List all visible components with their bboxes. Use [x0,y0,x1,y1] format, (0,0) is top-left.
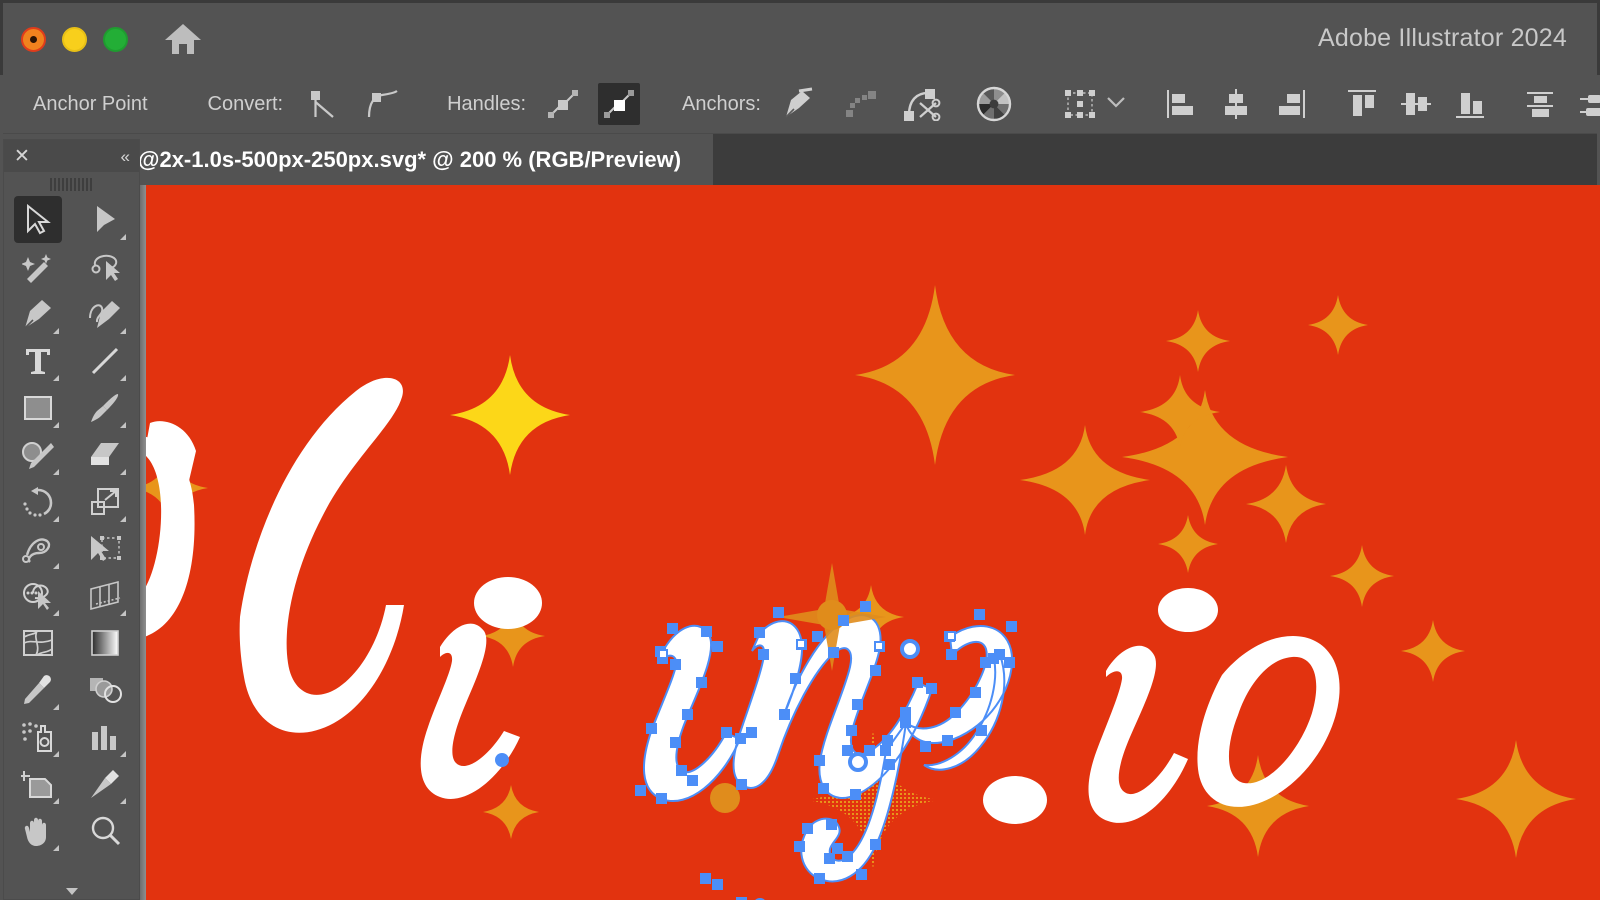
tool-more-icon [52,375,59,381]
artboard[interactable] [140,185,1600,900]
tool-more-icon [120,516,127,522]
tools-grid [4,196,139,854]
eraser-tool[interactable] [81,431,129,478]
panel-grip[interactable] [4,172,139,196]
hide-handles-icon[interactable] [542,83,584,125]
remove-anchor-pen-icon[interactable] [777,83,819,125]
convert-to-corner-icon[interactable] [301,83,343,125]
tool-more-icon [52,328,59,334]
align-horizontal-center-icon[interactable] [1215,83,1257,125]
transform-box-control[interactable] [1059,83,1127,125]
canvas-area[interactable] [140,185,1600,900]
chevron-down-icon[interactable] [1105,94,1127,115]
align-horizontal-left-icon[interactable] [1161,83,1203,125]
rectangle-tool[interactable] [14,384,62,431]
show-handles-multiple-icon[interactable] [839,83,881,125]
direct-selection-tool[interactable] [81,196,129,243]
handles-label: Handles: [447,92,527,115]
shaper-pencil-tool[interactable] [14,431,62,478]
free-transform-tool[interactable] [81,525,129,572]
selection-tool[interactable] [13,196,62,243]
convert-to-smooth-icon[interactable] [361,83,403,125]
window-controls [21,26,128,52]
artboard-tool[interactable] [14,760,62,807]
tool-more-icon [52,516,59,522]
pen-tool[interactable] [14,290,62,337]
cut-path-scissors-icon[interactable] [901,83,943,125]
shape-builder-tool[interactable] [14,572,62,619]
document-tab-strip: @2x-1.0s-500px-250px.svg* @ 200 % (RGB/P… [140,134,1597,185]
close-button[interactable] [21,26,46,52]
minimize-button[interactable] [62,26,87,52]
tool-more-icon [52,422,59,428]
tool-more-icon [52,798,59,804]
zoom-tool[interactable] [81,807,129,854]
tool-more-icon [52,563,59,569]
artwork-svg [140,185,1600,900]
document-tab[interactable]: @2x-1.0s-500px-250px.svg* @ 200 % (RGB/P… [140,134,713,185]
tool-more-icon [120,375,127,381]
gradient-tool[interactable] [81,619,129,666]
canvas-left-edge [140,185,146,900]
blend-tool[interactable] [81,666,129,713]
transform-box-icon[interactable] [1059,83,1101,125]
hand-tool[interactable] [14,807,62,854]
tools-panel: ✕ « [3,139,140,900]
app-title: Adobe Illustrator 2024 [1317,24,1567,52]
show-handles-icon[interactable] [598,83,641,125]
type-tool[interactable] [14,337,62,384]
tools-panel-header: ✕ « [4,140,139,172]
tool-more-icon [120,798,127,804]
align-horizontal-right-icon[interactable] [1269,83,1311,125]
illustrator-window: Adobe Illustrator 2024 Anchor Point Conv… [0,0,1600,900]
convert-label: Convert: [207,92,284,115]
maximize-button[interactable] [103,26,128,52]
tool-more-icon [120,422,127,428]
tool-more-icon [52,845,59,851]
eyedropper-tool[interactable] [14,666,62,713]
lasso-tool[interactable] [81,243,129,290]
rotate-tool[interactable] [14,478,62,525]
title-bar: Adobe Illustrator 2024 [0,0,1600,75]
tool-more-icon [52,751,59,757]
symbol-sprayer-tool[interactable] [14,713,62,760]
slice-knife-tool[interactable] [81,760,129,807]
close-icon[interactable]: ✕ [14,147,30,166]
anchors-label: Anchors: [682,92,761,115]
align-vertical-bottom-icon[interactable] [1449,83,1491,125]
context-label: Anchor Point [33,92,148,115]
distribute-vertical-top-icon[interactable] [1519,83,1561,125]
tool-more-icon [120,234,127,240]
home-icon[interactable] [162,18,204,60]
mesh-tool[interactable] [14,619,62,666]
document-tab-label: @2x-1.0s-500px-250px.svg* @ 200 % (RGB/P… [140,146,682,172]
magic-wand-tool[interactable] [14,243,62,290]
isolate-object-icon[interactable] [973,83,1015,125]
tool-more-icon [120,469,127,475]
scale-tool[interactable] [81,478,129,525]
column-graph-tool[interactable] [81,713,129,760]
control-bar: Anchor Point Convert: Handles: Anchors: [3,75,1600,134]
align-vertical-center-icon[interactable] [1395,83,1437,125]
align-vertical-top-icon[interactable] [1341,83,1383,125]
curvature-tool[interactable] [81,290,129,337]
distribute-vertical-center-icon[interactable] [1573,83,1600,125]
collapse-panel-icon[interactable]: « [121,148,131,165]
tool-more-icon [52,469,59,475]
width-tool[interactable] [14,525,62,572]
tool-more-icon [120,328,127,334]
tool-more-icon [120,751,127,757]
line-segment-tool[interactable] [81,337,129,384]
expand-tools-arrow[interactable] [4,883,139,899]
tool-more-icon [120,610,127,616]
paintbrush-tool[interactable] [81,384,129,431]
perspective-grid-tool[interactable] [81,572,129,619]
tool-more-icon [52,610,59,616]
tool-more-icon [52,704,59,710]
